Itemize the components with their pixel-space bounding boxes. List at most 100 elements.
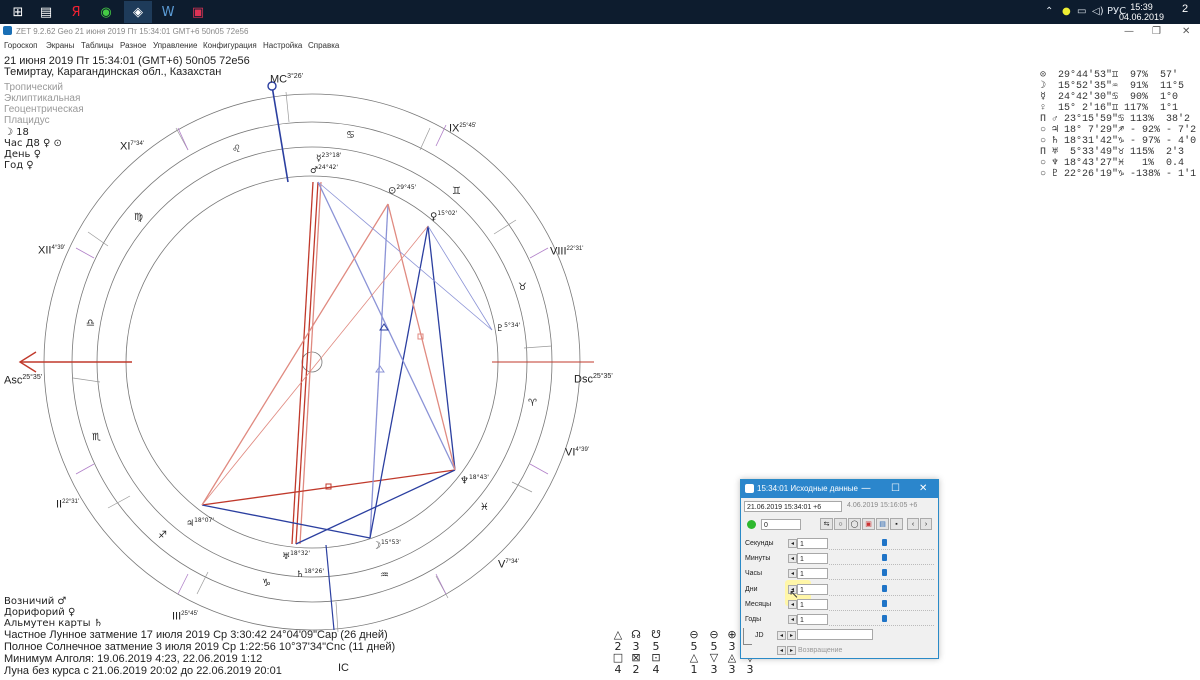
dialog-titlebar[interactable]: 15:34:01 Исходные данные — ☐ ✕ — [741, 480, 938, 498]
lunar-eclipse-line: Частное Лунное затмение 17 июля 2019 Ср … — [4, 629, 388, 641]
hours-slider[interactable] — [829, 568, 934, 580]
sign-virgo-icon: ♍ — [134, 212, 143, 223]
house-label-ix: IX25°45' — [449, 122, 477, 135]
return-label: Возвращение — [798, 647, 843, 654]
circle-icon[interactable]: ○ — [834, 518, 847, 530]
sign-gemini-icon: ♊ — [452, 186, 461, 197]
return-stepper[interactable]: ◂ ▸ — [777, 646, 797, 656]
slider-thumb[interactable] — [881, 539, 887, 546]
aspect-count: 4 — [652, 663, 660, 676]
days-label: Дни — [745, 586, 758, 593]
reference-datetime: 4.06.2019 15:16:05 +6 — [847, 502, 918, 509]
years-label: Годы — [745, 616, 762, 623]
bracket-icon — [743, 628, 752, 645]
neptune-label[interactable]: ♆18°43' — [460, 472, 489, 487]
years-field[interactable]: 1 — [797, 614, 828, 625]
planet-row-venus[interactable]: ♀ 15° 2'16"♊ 117% 1°1 — [1040, 103, 1196, 114]
sign-pisces-icon: ♓ — [480, 502, 489, 513]
hours-field[interactable]: 1 — [797, 568, 828, 579]
algol-minimum-line: Минимум Алголя: 19.06.2019 4:23, 22.06.2… — [4, 653, 263, 665]
years-slider[interactable] — [829, 614, 934, 626]
sun-label[interactable]: ⊙29°45' — [388, 182, 416, 197]
frame-icon[interactable]: ▣ — [862, 518, 875, 530]
seconds-field[interactable]: 1 — [797, 538, 828, 549]
days-slider[interactable] — [829, 584, 934, 596]
slider-thumb[interactable] — [881, 600, 887, 607]
export-icon[interactable]: ▤ — [876, 518, 889, 530]
months-field[interactable]: 1 — [797, 599, 828, 610]
datetime-field[interactable]: 21.06.2019 15:34:01 +6 — [744, 501, 842, 512]
zodiac-ring-inner — [96, 146, 528, 578]
days-field[interactable]: 1 — [797, 584, 828, 595]
trine-aspect-marker-2 — [375, 365, 385, 373]
save-icon[interactable]: ▪ — [890, 518, 903, 530]
aspect-lines — [201, 181, 493, 545]
dialog-title: 15:34:01 Исходные данные — [757, 484, 858, 493]
mouse-cursor-icon: ↖ — [789, 587, 800, 601]
mc-axis — [271, 85, 289, 183]
house-label-vi: VI4°39' — [565, 446, 589, 459]
prev-button[interactable]: ‹ — [907, 518, 919, 530]
next-button[interactable]: › — [920, 518, 932, 530]
sign-aquarius-icon: ♒ — [380, 570, 389, 581]
ic-axis — [325, 544, 335, 631]
seconds-slider[interactable] — [829, 538, 934, 550]
planet-row-mars[interactable]: Π ♂ 23°15'59"♋ 113% 38'2 — [1040, 114, 1196, 125]
minutes-field[interactable]: 1 — [797, 553, 828, 564]
sign-libra-icon: ♎ — [86, 318, 95, 329]
void-of-course-line: Луна без курса с 21.06.2019 20:02 до 22.… — [4, 665, 282, 677]
slider-thumb[interactable] — [881, 615, 887, 622]
mars-label[interactable]: ♂24°42' — [310, 162, 338, 177]
planet-positions-table: ⊙ 29°44'53"♊ 97% 57' ☽ 15°52'35"♒ 91% 11°… — [1040, 70, 1196, 180]
aspect-count: 3 — [710, 663, 718, 676]
aspect-count: 2 — [632, 663, 640, 676]
jd-field[interactable] — [797, 629, 873, 640]
minutes-label: Минуты — [745, 555, 771, 562]
moon-label[interactable]: ☽15°53' — [372, 537, 401, 552]
dialog-close-button[interactable]: ✕ — [919, 480, 927, 498]
planet-row-mercury[interactable]: ☿ 24°42'30"♋ 90% 1°0 — [1040, 92, 1196, 103]
sign-taurus-icon: ♉ — [518, 282, 527, 293]
minutes-slider[interactable] — [829, 553, 934, 565]
aspect-count: 3 — [728, 663, 736, 676]
sign-capricorn-icon: ♑ — [262, 578, 271, 589]
planet-row-uranus[interactable]: Π ♅ 5°33'49"♉ 115% 2'3 — [1040, 147, 1196, 158]
planet-row-sun[interactable]: ⊙ 29°44'53"♊ 97% 57' — [1040, 70, 1196, 81]
swap-icon[interactable]: ⇆ — [820, 518, 833, 530]
zet-logo-icon — [745, 484, 754, 493]
uranus-label[interactable]: ♅18°32' — [282, 548, 310, 563]
jd-stepper[interactable]: ◂ ▸ — [777, 631, 797, 641]
asc-label: Asc25°35' — [4, 374, 43, 387]
mc-label: MC3°26' — [270, 73, 303, 86]
slider-thumb[interactable] — [881, 554, 887, 561]
source-data-dialog: 15:34:01 Исходные данные — ☐ ✕ 21.06.201… — [740, 479, 939, 659]
ring-icon[interactable]: ◯ — [848, 518, 861, 530]
jupiter-label[interactable]: ♃18°07' — [186, 515, 214, 530]
months-slider[interactable] — [829, 599, 934, 611]
planet-row-saturn[interactable]: ○ ♄ 18°31'42"♑ - 97% - 4'0 — [1040, 136, 1196, 147]
counter-field[interactable]: 0 — [761, 519, 801, 530]
saturn-label[interactable]: ♄18°26' — [296, 566, 324, 581]
aspect-count: 1 — [690, 663, 698, 676]
slider-thumb[interactable] — [881, 569, 887, 576]
sign-leo-icon: ♌ — [232, 144, 241, 155]
dialog-maximize-button[interactable]: ☐ — [891, 480, 900, 498]
green-status-icon[interactable] — [747, 520, 756, 529]
planet-row-jupiter[interactable]: ○ ♃ 18° 7'29"♐ - 92% - 7'2 — [1040, 125, 1196, 136]
planet-row-pluto[interactable]: ○ ♇ 22°26'19"♑ -138% - 1'1 — [1040, 169, 1196, 180]
planet-row-moon[interactable]: ☽ 15°52'35"♒ 91% 11°5 — [1040, 81, 1196, 92]
seconds-label: Секунды — [745, 540, 774, 547]
sign-scorpio-icon: ♏ — [92, 432, 101, 443]
dialog-minimize-button[interactable]: — — [861, 480, 871, 498]
pluto-label[interactable]: ♇5°34' — [496, 320, 520, 335]
house-label-xii: XII4°39' — [38, 244, 66, 257]
horoscope-wheel[interactable] — [0, 0, 1200, 680]
house-label-ii: II22°31' — [56, 498, 80, 511]
slider-thumb[interactable] — [881, 585, 887, 592]
sign-aries-icon: ♈ — [528, 398, 537, 409]
months-label: Месяцы — [745, 601, 772, 608]
planet-row-neptune[interactable]: ○ ♆ 18°43'27"♓ 1% 0.4 — [1040, 158, 1196, 169]
aspect-count: 4 — [614, 663, 622, 676]
venus-label[interactable]: ♀15°02' — [430, 208, 457, 223]
ic-label: IC — [338, 662, 349, 674]
